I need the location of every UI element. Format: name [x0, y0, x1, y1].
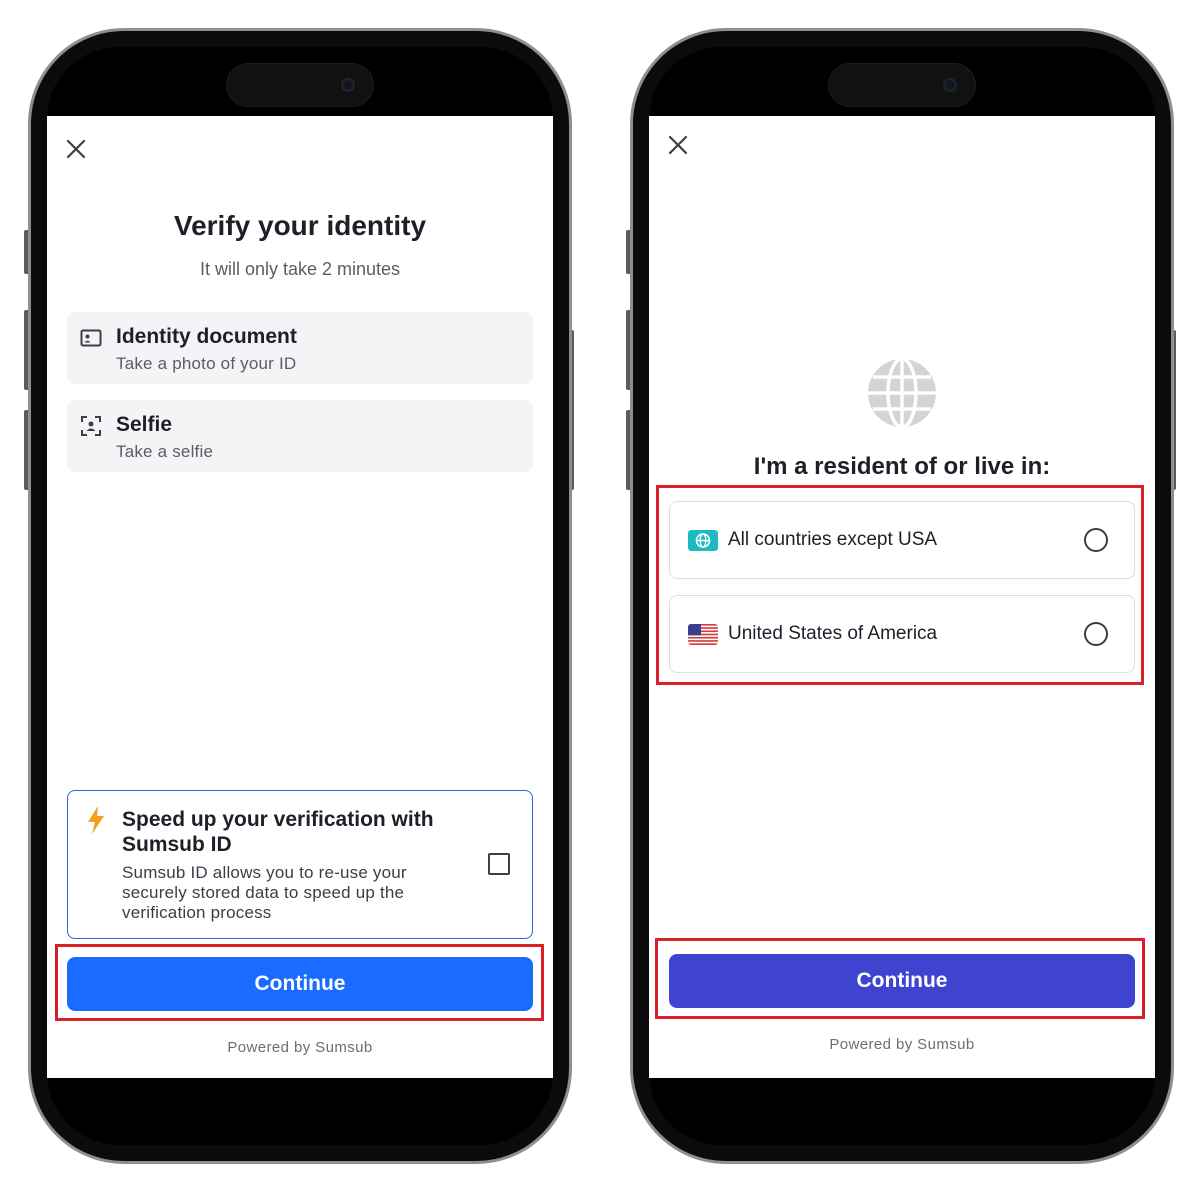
powered-by-text: Powered by Sumsub: [227, 1039, 373, 1056]
lightning-bolt-icon: [84, 805, 108, 835]
step-title: Identity document: [116, 325, 297, 348]
radio-button[interactable]: [1084, 622, 1108, 646]
phone-body: I'm a resident of or live in: All countr…: [633, 31, 1171, 1161]
option-label: All countries except USA: [728, 529, 938, 550]
verify-identity-screen: Verify your identity It will only take 2…: [47, 116, 553, 1078]
sumsub-id-card[interactable]: Speed up your verification with Sumsub I…: [67, 790, 533, 939]
bottom-bezel: [47, 1073, 553, 1145]
option-all-countries-except-usa[interactable]: All countries except USA: [669, 501, 1135, 579]
phone-frame-right: I'm a resident of or live in: All countr…: [630, 28, 1174, 1164]
page-subtitle: It will only take 2 minutes: [199, 259, 401, 279]
dynamic-island: [226, 63, 374, 107]
camera-icon: [943, 78, 957, 92]
sumsub-id-checkbox[interactable]: [488, 853, 510, 875]
phone-frame-left: Verify your identity It will only take 2…: [28, 28, 572, 1164]
page-title: I'm a resident of or live in:: [753, 453, 1051, 480]
sumsub-card-title: Speed up your verification with Sumsub I…: [122, 808, 434, 856]
step-subtitle: Take a selfie: [116, 442, 214, 461]
close-icon[interactable]: [665, 132, 691, 158]
continue-button[interactable]: Continue: [669, 954, 1135, 1008]
step-identity-document: Identity document Take a photo of your I…: [67, 312, 533, 384]
close-icon[interactable]: [63, 136, 89, 162]
residence-selection-screen: I'm a resident of or live in: All countr…: [649, 116, 1155, 1078]
radio-button[interactable]: [1084, 528, 1108, 552]
id-card-icon: [79, 326, 103, 350]
camera-icon: [341, 78, 355, 92]
globe-icon: [866, 357, 938, 429]
face-scan-icon: [79, 414, 103, 438]
dynamic-island: [828, 63, 976, 107]
continue-button[interactable]: Continue: [67, 957, 533, 1011]
step-title: Selfie: [116, 413, 173, 436]
us-flag-icon: [688, 624, 718, 645]
option-label: United States of America: [728, 623, 938, 644]
page-title: Verify your identity: [173, 210, 427, 241]
option-united-states[interactable]: United States of America: [669, 595, 1135, 673]
phone-body: Verify your identity It will only take 2…: [31, 31, 569, 1161]
globe-flag-icon: [688, 530, 718, 551]
step-subtitle: Take a photo of your ID: [116, 354, 297, 373]
step-selfie: Selfie Take a selfie: [67, 400, 533, 472]
sumsub-card-description: Sumsub ID allows you to re-use your secu…: [122, 863, 407, 922]
bottom-bezel: [649, 1073, 1155, 1145]
powered-by-text: Powered by Sumsub: [829, 1036, 975, 1053]
